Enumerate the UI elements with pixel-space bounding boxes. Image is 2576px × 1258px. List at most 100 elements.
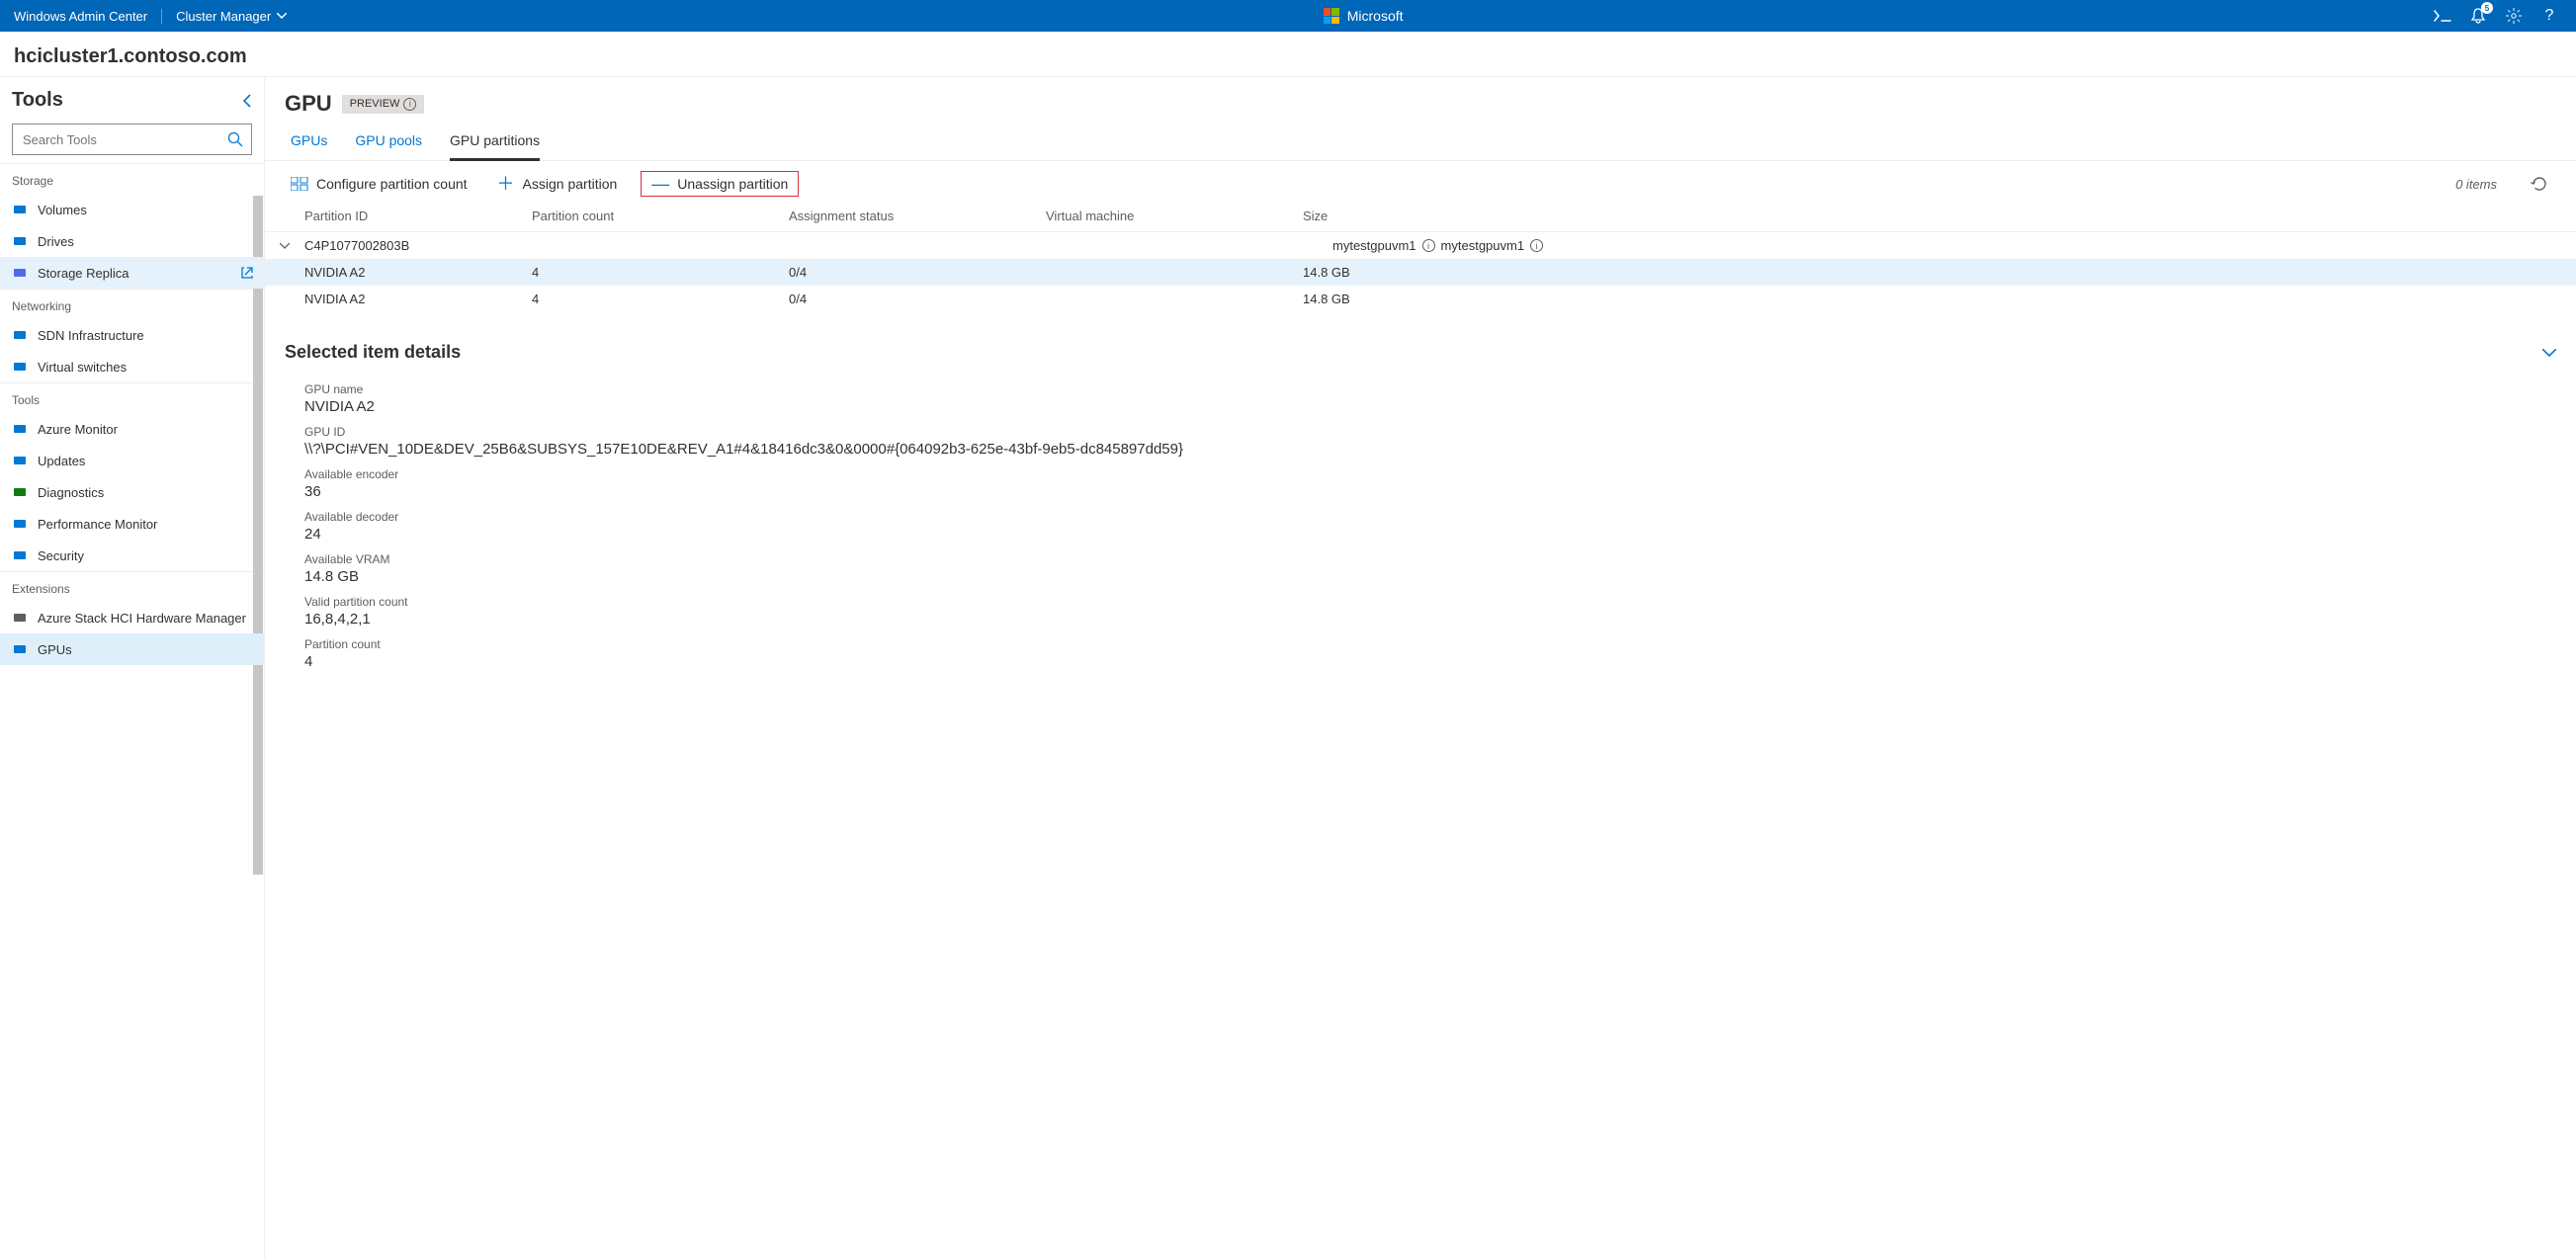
sidebar-group-label: Networking [0, 289, 264, 319]
sidebar-item-label: Performance Monitor [38, 517, 157, 532]
main-layout: Tools Storage Volumes Drives Storage Replic… [0, 76, 2576, 1258]
sidebar-item-label: Volumes [38, 203, 87, 217]
col-assignment-status[interactable]: Assignment status [789, 209, 1046, 223]
breadcrumb: hcicluster1.contoso.com [0, 32, 2576, 76]
detail-value: 36 [304, 483, 2536, 500]
partitions-table: Partition ID Partition count Assignment … [265, 207, 2576, 312]
col-size[interactable]: Size [1303, 209, 2566, 223]
sidebar-item[interactable]: Volumes [0, 194, 264, 225]
sidebar: Tools Storage Volumes Drives Storage Replic… [0, 77, 265, 1258]
sidebar-item-label: Updates [38, 454, 85, 468]
nav-item-icon [12, 516, 28, 532]
sidebar-item[interactable]: Drives [0, 225, 264, 257]
tab[interactable]: GPU pools [355, 132, 422, 160]
details-collapse-icon[interactable] [2542, 349, 2556, 357]
external-link-icon [240, 266, 254, 280]
sidebar-group-label: Storage [0, 163, 264, 194]
top-header: Windows Admin Center Cluster Manager Mic… [0, 0, 2576, 32]
table-row[interactable]: NVIDIA A240/414.8 GB [265, 259, 2576, 286]
tab[interactable]: GPUs [291, 132, 327, 160]
nav-item-icon [12, 202, 28, 217]
sidebar-group-label: Tools [0, 382, 264, 413]
sidebar-item[interactable]: SDN Infrastructure [0, 319, 264, 351]
sidebar-item[interactable]: GPUs [0, 633, 264, 665]
configure-partition-count-button[interactable]: Configure partition count [285, 172, 473, 196]
cell-name: NVIDIA A2 [304, 265, 532, 280]
sidebar-item-label: Drives [38, 234, 74, 249]
table-header-row: Partition ID Partition count Assignment … [265, 207, 2576, 232]
sidebar-item-label: Storage Replica [38, 266, 129, 281]
table-row[interactable]: NVIDIA A240/414.8 GB [265, 286, 2576, 312]
nav-item-icon [12, 641, 28, 657]
detail-label: Valid partition count [304, 595, 2536, 609]
search-icon[interactable] [219, 131, 251, 147]
nav-item-icon [12, 547, 28, 563]
sidebar-item[interactable]: Azure Stack HCI Hardware Manager [0, 602, 264, 633]
cloud-shell-icon[interactable] [2426, 0, 2459, 32]
info-icon: i [403, 98, 416, 111]
nav-item-icon [12, 265, 28, 281]
detail-value: 16,8,4,2,1 [304, 611, 2536, 628]
detail-label: Available VRAM [304, 552, 2536, 566]
detail-label: GPU ID [304, 425, 2536, 439]
cell-count: 4 [532, 292, 789, 306]
sidebar-scroll[interactable]: Storage Volumes Drives Storage Replica Netwo… [0, 163, 264, 1258]
col-virtual-machine[interactable]: Virtual machine [1046, 209, 1303, 223]
refresh-icon[interactable] [2523, 171, 2556, 197]
sidebar-item[interactable]: Azure Monitor [0, 413, 264, 445]
chevron-down-icon[interactable] [275, 243, 295, 249]
sidebar-item[interactable]: Updates [0, 445, 264, 476]
tab-strip: GPUs GPU pools GPU partitions [265, 123, 2576, 161]
nav-item-icon [12, 359, 28, 375]
header-right: 5 ? [2426, 0, 2576, 32]
nav-item-icon [12, 327, 28, 343]
detail-value: NVIDIA A2 [304, 398, 2536, 415]
page-title: GPU [285, 91, 332, 117]
configure-icon [291, 177, 308, 191]
context-label: Cluster Manager [176, 9, 271, 24]
preview-badge: PREVIEW i [342, 95, 425, 114]
table-group-row[interactable]: C4P1077002803B mytestgpuvm1i mytestgpuvm… [265, 232, 2576, 259]
item-count-label: 0 items [2455, 177, 2497, 192]
cell-size: 14.8 GB [1303, 265, 2566, 280]
sidebar-item-label: Virtual switches [38, 360, 127, 375]
toolbar: Configure partition count ＋ Assign parti… [265, 161, 2576, 207]
nav-item-icon [12, 610, 28, 626]
sidebar-item[interactable]: Performance Monitor [0, 508, 264, 540]
sidebar-item[interactable]: Diagnostics [0, 476, 264, 508]
assign-partition-button[interactable]: ＋ Assign partition [491, 172, 624, 196]
detail-value: 4 [304, 653, 2536, 670]
info-icon: i [1422, 239, 1435, 252]
cell-name: NVIDIA A2 [304, 292, 532, 306]
detail-label: Partition count [304, 637, 2536, 651]
detail-label: Available encoder [304, 467, 2536, 481]
notifications-icon[interactable]: 5 [2461, 0, 2495, 32]
context-dropdown[interactable]: Cluster Manager [162, 9, 301, 24]
nav-item-icon [12, 233, 28, 249]
nav-item-icon [12, 421, 28, 437]
help-icon[interactable]: ? [2533, 0, 2566, 32]
detail-label: Available decoder [304, 510, 2536, 524]
sidebar-item[interactable]: Virtual switches [0, 351, 264, 382]
detail-value: \\?\PCI#VEN_10DE&DEV_25B6&SUBSYS_157E10D… [304, 441, 2536, 458]
col-partition-count[interactable]: Partition count [532, 209, 789, 223]
brand-link[interactable]: Windows Admin Center [0, 9, 162, 24]
sidebar-item[interactable]: Security [0, 540, 264, 571]
tab[interactable]: GPU partitions [450, 132, 540, 161]
sidebar-item-label: Security [38, 548, 84, 563]
details-body: GPU name NVIDIA A2 GPU ID \\?\PCI#VEN_10… [265, 373, 2576, 710]
sidebar-item-label: Azure Stack HCI Hardware Manager [38, 611, 246, 626]
search-tools-input[interactable] [13, 132, 219, 147]
details-heading: Selected item details [285, 342, 461, 363]
settings-icon[interactable] [2497, 0, 2531, 32]
header-center: Microsoft [301, 8, 2426, 24]
collapse-sidebar-icon[interactable] [242, 94, 252, 108]
col-partition-id[interactable]: Partition ID [304, 209, 532, 223]
chevron-down-icon [277, 13, 287, 19]
microsoft-logo-icon [1324, 8, 1339, 24]
unassign-partition-button[interactable]: — Unassign partition [641, 171, 799, 197]
sidebar-item[interactable]: Storage Replica [0, 257, 264, 289]
microsoft-label: Microsoft [1347, 8, 1404, 24]
cell-size: 14.8 GB [1303, 292, 2566, 306]
notifications-badge: 5 [2481, 2, 2493, 14]
